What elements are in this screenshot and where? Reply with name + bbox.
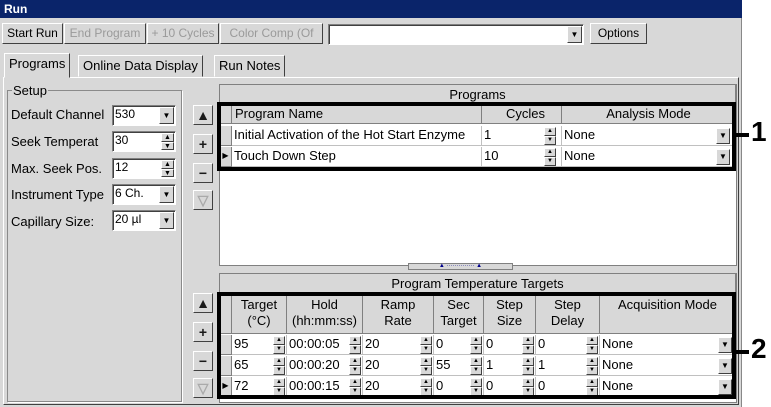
move-down-icon[interactable]: ▽ <box>193 378 213 398</box>
capillary-size-label: Capillary Size: <box>11 214 95 229</box>
setup-title: Setup <box>12 83 48 98</box>
callout-box-2 <box>217 292 736 399</box>
max-seek-pos-label: Max. Seek Pos. <box>11 161 103 176</box>
callout-box-1 <box>217 102 736 171</box>
remove-program-icon[interactable]: − <box>193 163 213 183</box>
capillary-size-value: 20 µl <box>115 212 142 226</box>
color-comp-button[interactable]: Color Comp (Of <box>220 23 323 44</box>
chevron-down-icon[interactable]: ▼ <box>159 107 174 124</box>
callout-number-1: 1 <box>751 116 767 147</box>
splitter-handle[interactable]: ▲ ·············· ▲ <box>408 263 513 270</box>
add-target-icon[interactable]: + <box>193 322 213 342</box>
callout-number-2: 2 <box>751 333 767 364</box>
default-channel-select[interactable]: 530 ▼ <box>112 105 176 126</box>
callout-line-2 <box>736 350 749 354</box>
default-channel-value: 530 <box>115 107 136 121</box>
seek-temperature-value: 30 <box>115 133 129 147</box>
program-select[interactable]: ▼ <box>328 24 584 45</box>
max-seek-pos-input[interactable]: 12 ▲ ▼ <box>112 158 176 179</box>
callout-line-1 <box>736 133 749 137</box>
move-up-icon[interactable]: ▲ <box>193 105 213 125</box>
tab-programs[interactable]: Programs <box>4 53 71 78</box>
seek-temperature-spinner[interactable]: ▲ ▼ <box>161 133 174 150</box>
targets-title: Program Temperature Targets <box>220 274 736 294</box>
remove-target-icon[interactable]: − <box>193 351 213 371</box>
add-program-icon[interactable]: + <box>193 134 213 154</box>
run-window: Run Start Run End Program + 10 Cycles Co… <box>0 0 767 407</box>
chevron-down-icon[interactable]: ▼ <box>567 26 582 43</box>
tab-online-data-display[interactable]: Online Data Display <box>78 55 203 77</box>
tab-run-notes[interactable]: Run Notes <box>214 55 286 77</box>
end-program-button[interactable]: End Program <box>64 23 146 44</box>
options-button[interactable]: Options <box>590 23 647 44</box>
seek-temperature-label: Seek Temperat <box>11 134 99 149</box>
plus-10-cycles-button[interactable]: + 10 Cycles <box>147 23 219 44</box>
chevron-down-icon[interactable]: ▼ <box>159 186 174 203</box>
chevron-down-icon[interactable]: ▼ <box>159 212 174 229</box>
default-channel-label: Default Channel <box>11 107 105 122</box>
start-run-button[interactable]: Start Run <box>2 23 63 44</box>
move-down-icon[interactable]: ▽ <box>193 190 213 210</box>
move-up-icon[interactable]: ▲ <box>193 293 213 313</box>
instrument-type-label: Instrument Type <box>11 187 104 202</box>
instrument-type-value: 6 Ch. <box>115 186 144 200</box>
max-seek-pos-value: 12 <box>115 160 129 174</box>
instrument-type-select[interactable]: 6 Ch. ▼ <box>112 184 176 205</box>
seek-temperature-input[interactable]: 30 ▲ ▼ <box>112 131 176 152</box>
max-seek-pos-spinner[interactable]: ▲ ▼ <box>161 160 174 177</box>
window-title: Run <box>0 0 742 18</box>
capillary-size-select[interactable]: 20 µl ▼ <box>112 210 176 231</box>
